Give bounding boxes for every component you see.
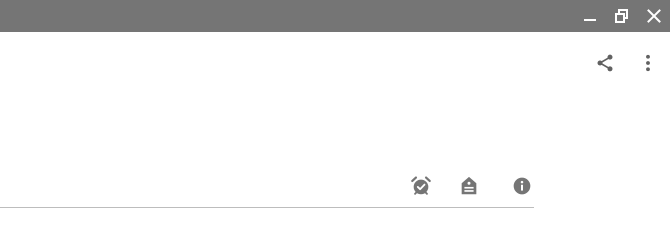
minimize-button[interactable] [574, 0, 606, 32]
app-content [0, 32, 670, 250]
more-options-button[interactable] [632, 47, 664, 79]
close-button[interactable] [638, 0, 670, 32]
share-icon [597, 54, 613, 72]
content-divider [0, 207, 534, 208]
info-icon [513, 177, 531, 195]
alarm-check-icon [411, 176, 431, 195]
label-icon [461, 176, 477, 195]
share-button[interactable] [589, 47, 621, 79]
minimize-icon [584, 19, 596, 21]
label-button[interactable] [453, 170, 485, 202]
more-vertical-icon [646, 54, 650, 72]
restore-icon [615, 9, 628, 23]
window-titlebar [0, 0, 670, 32]
restore-button[interactable] [606, 0, 638, 32]
info-button[interactable] [506, 170, 538, 202]
reminder-button[interactable] [405, 170, 437, 202]
close-icon [647, 9, 661, 23]
